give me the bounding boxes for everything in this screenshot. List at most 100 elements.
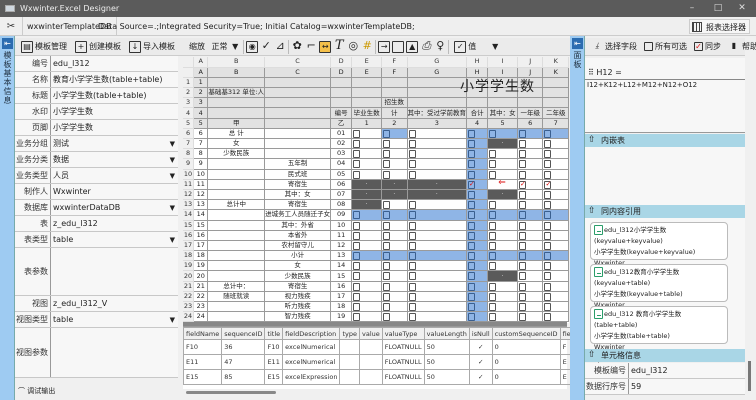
cell[interactable] bbox=[351, 169, 383, 180]
table-cell[interactable]: 0 bbox=[491, 369, 561, 385]
fields-column-header[interactable]: valueLength bbox=[423, 327, 470, 340]
cell-a[interactable]: 20 bbox=[193, 270, 209, 282]
disconnect-plug-icon[interactable]: ✂ bbox=[4, 20, 18, 33]
cell-c[interactable]: 少数民族 bbox=[264, 270, 332, 282]
ruler-icon[interactable]: ⌐ bbox=[305, 40, 317, 53]
checkbox-icon[interactable] bbox=[408, 201, 416, 209]
cell[interactable] bbox=[381, 169, 408, 180]
checkbox-icon[interactable] bbox=[468, 129, 476, 138]
cell-c[interactable] bbox=[264, 97, 332, 109]
checkbox-icon[interactable] bbox=[544, 231, 552, 240]
fields-column-header[interactable]: valueType bbox=[381, 327, 425, 340]
vertical-scrollbar[interactable] bbox=[748, 361, 751, 391]
table-cell[interactable]: 85 bbox=[221, 369, 266, 385]
table-row[interactable]: E15 85 E15 excelExpression FLOATNULL 50 ✓ 0 E bbox=[182, 369, 600, 385]
cell[interactable] bbox=[487, 291, 518, 303]
cell[interactable] bbox=[487, 199, 518, 211]
cell[interactable] bbox=[407, 260, 468, 272]
cell[interactable]: · bbox=[407, 179, 468, 190]
cell[interactable]: 3 bbox=[407, 118, 468, 129]
checkbox-icon[interactable] bbox=[518, 140, 526, 148]
column-header[interactable]: G bbox=[407, 57, 468, 68]
cell[interactable] bbox=[351, 291, 383, 303]
maximize-button[interactable]: □ bbox=[706, 0, 730, 17]
checkbox-checked-icon[interactable] bbox=[544, 180, 552, 189]
cell[interactable] bbox=[542, 138, 569, 150]
cell-b[interactable] bbox=[207, 179, 266, 190]
cell[interactable] bbox=[407, 148, 468, 160]
cell[interactable]: 计 bbox=[381, 107, 408, 119]
checkbox-icon[interactable] bbox=[468, 303, 476, 311]
cell[interactable]: G bbox=[407, 67, 468, 78]
checkbox-icon[interactable] bbox=[353, 150, 361, 158]
fields-column-header[interactable]: type bbox=[339, 327, 360, 340]
cell[interactable] bbox=[407, 270, 468, 282]
field-value-input[interactable]: z_edu_l312 bbox=[53, 216, 166, 231]
cell-d[interactable]: 14 bbox=[330, 260, 353, 272]
table-cell[interactable]: 36 bbox=[221, 339, 266, 355]
checkbox-icon[interactable] bbox=[383, 129, 391, 138]
fields-column-header[interactable]: fieldName bbox=[182, 327, 223, 340]
cell-b[interactable]: 总计中： bbox=[207, 281, 266, 292]
cell[interactable]: 7 bbox=[542, 118, 569, 129]
sync-checkbox[interactable]: ✓ 同步 bbox=[691, 39, 724, 55]
cell[interactable] bbox=[351, 158, 383, 170]
cell[interactable]: · bbox=[351, 199, 383, 211]
checkbox-icon[interactable] bbox=[544, 252, 552, 260]
checkbox-icon[interactable] bbox=[544, 150, 552, 158]
cell-a[interactable]: 17 bbox=[193, 240, 209, 252]
cell[interactable] bbox=[542, 77, 569, 89]
cell[interactable] bbox=[517, 230, 544, 241]
cell-c[interactable]: 农村留守儿 bbox=[264, 240, 332, 252]
cell[interactable] bbox=[517, 199, 544, 211]
cell[interactable] bbox=[542, 230, 569, 241]
cell-a[interactable]: 9 bbox=[193, 158, 209, 170]
row-header[interactable]: 11 bbox=[183, 179, 195, 190]
cell[interactable] bbox=[542, 179, 569, 190]
field-value-input[interactable]: 小学学生数 bbox=[53, 104, 166, 119]
cell-c[interactable] bbox=[264, 138, 332, 150]
cell[interactable] bbox=[381, 199, 408, 211]
checkbox-icon[interactable] bbox=[468, 252, 476, 260]
row-header[interactable]: 15 bbox=[183, 220, 195, 231]
checkbox-checked-icon[interactable] bbox=[468, 180, 476, 189]
cell-d[interactable]: 04 bbox=[330, 158, 353, 170]
cell[interactable] bbox=[542, 250, 569, 262]
table-cell[interactable]: excelNumerical bbox=[282, 339, 341, 355]
cell[interactable]: 招生数 bbox=[381, 97, 408, 109]
cell[interactable] bbox=[381, 148, 408, 160]
cell-a[interactable]: A bbox=[193, 67, 209, 78]
cell[interactable] bbox=[466, 260, 489, 272]
checkbox-icon[interactable] bbox=[408, 282, 416, 291]
cell-d[interactable]: 19 bbox=[330, 311, 353, 323]
cell-d[interactable]: 08 bbox=[330, 199, 353, 211]
cell[interactable] bbox=[407, 158, 468, 170]
cell-a[interactable]: 11 bbox=[193, 179, 209, 190]
table-cell[interactable] bbox=[358, 354, 383, 370]
cell-a[interactable]: 22 bbox=[193, 291, 209, 303]
value-select[interactable]: ✓ 值 ▼ bbox=[451, 39, 501, 55]
cell[interactable]: 5 bbox=[487, 118, 518, 129]
cell[interactable] bbox=[542, 301, 569, 313]
checkbox-icon[interactable] bbox=[353, 272, 361, 281]
cell[interactable] bbox=[517, 209, 544, 221]
cell[interactable] bbox=[466, 291, 489, 303]
cell-c[interactable] bbox=[264, 77, 332, 89]
checkbox-icon[interactable] bbox=[383, 170, 391, 179]
cell-a[interactable]: 16 bbox=[193, 230, 209, 241]
dropdown-arrow-icon[interactable]: ▼ bbox=[170, 316, 175, 324]
cell[interactable] bbox=[381, 158, 408, 170]
checkbox-icon[interactable] bbox=[408, 129, 416, 138]
dropdown-arrow-icon[interactable]: ▼ bbox=[170, 204, 175, 212]
table-cell[interactable]: excelNumerical bbox=[282, 354, 341, 370]
import-template-button[interactable]: ↓ 导入模板 bbox=[126, 39, 178, 55]
cell[interactable] bbox=[381, 270, 408, 282]
cell-c[interactable]: 听力残疾 bbox=[264, 301, 332, 313]
checkbox-icon[interactable] bbox=[544, 129, 552, 138]
checkbox-icon[interactable] bbox=[383, 303, 391, 311]
checkbox-icon[interactable] bbox=[408, 231, 416, 240]
cell-d[interactable]: 03 bbox=[330, 148, 353, 160]
cell-a[interactable]: 19 bbox=[193, 260, 209, 272]
checkbox-icon[interactable] bbox=[518, 201, 526, 209]
cell[interactable] bbox=[542, 220, 569, 231]
